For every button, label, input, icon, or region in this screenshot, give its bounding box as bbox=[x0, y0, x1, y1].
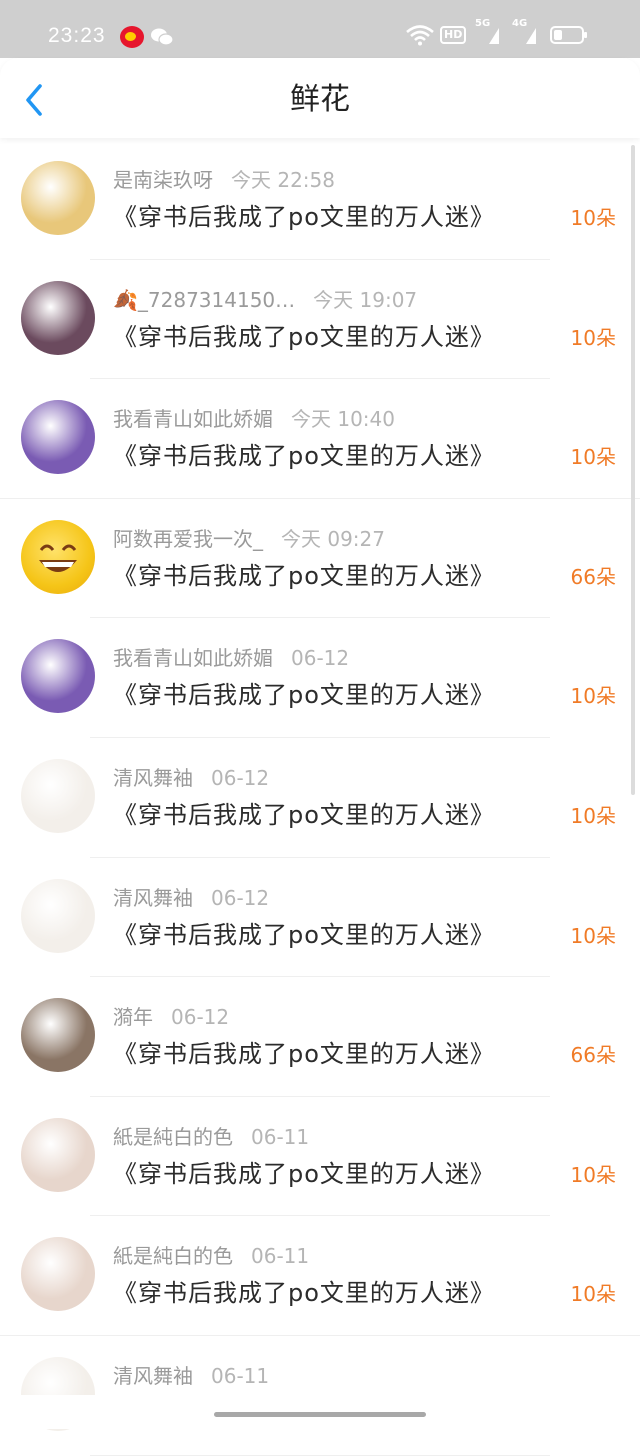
book-title[interactable]: 《穿书后我成了po文里的万人迷》 bbox=[113, 559, 495, 593]
avatar[interactable] bbox=[21, 998, 95, 1073]
status-bar: 23:23 HD 5G 4G bbox=[0, 0, 640, 58]
book-title[interactable]: 《穿书后我成了po文里的万人迷》 bbox=[113, 439, 495, 473]
page-title: 鲜花 bbox=[290, 82, 350, 117]
list-item[interactable]: 我看青山如此娇媚 今天 10:40 《穿书后我成了po文里的万人迷》 10朵 bbox=[0, 379, 640, 499]
row-meta: 清风舞袖 06-11 bbox=[113, 1362, 269, 1390]
weibo-icon bbox=[120, 26, 144, 48]
list-item[interactable]: 是南柒玖呀 今天 22:58 《穿书后我成了po文里的万人迷》 10朵 bbox=[0, 140, 640, 260]
row-meta: 阿数再爱我一次_ 今天 09:27 bbox=[113, 525, 385, 553]
timestamp: 今天 19:07 bbox=[313, 287, 418, 312]
status-time: 23:23 bbox=[48, 24, 106, 47]
emoji-face-icon bbox=[39, 544, 77, 572]
timestamp: 06-12 bbox=[171, 1005, 230, 1030]
row-meta: 紙是純白的色 06-11 bbox=[113, 1242, 309, 1270]
home-indicator[interactable] bbox=[214, 1412, 426, 1417]
net-4g-label: 4G bbox=[512, 18, 528, 29]
flower-amount: 66朵 bbox=[570, 564, 616, 589]
row-meta: 清风舞袖 06-12 bbox=[113, 884, 269, 912]
timestamp: 今天 22:58 bbox=[231, 168, 335, 192]
book-title[interactable]: 《穿书后我成了po文里的万人迷》 bbox=[113, 200, 495, 234]
user-name[interactable]: 我看青山如此娇媚 bbox=[113, 646, 273, 670]
wechat-icon bbox=[151, 28, 174, 46]
user-name[interactable]: 紙是純白的色 bbox=[113, 1125, 233, 1149]
timestamp: 06-11 bbox=[211, 1363, 270, 1388]
list-item[interactable]: 紙是純白的色 06-11 《穿书后我成了po文里的万人迷》 10朵 bbox=[0, 1216, 640, 1336]
row-meta: 清风舞袖 06-12 bbox=[113, 764, 269, 792]
list-item[interactable]: 清风舞袖 06-12 《穿书后我成了po文里的万人迷》 10朵 bbox=[0, 738, 640, 858]
row-meta: 是南柒玖呀 今天 22:58 bbox=[113, 166, 335, 194]
avatar[interactable] bbox=[21, 639, 95, 714]
hd-icon: HD bbox=[440, 26, 467, 44]
list-item[interactable]: 🍂_7287314150… 今天 19:07 《穿书后我成了po文里的万人迷》 1… bbox=[0, 260, 640, 380]
list-item[interactable]: 我看青山如此娇媚 06-12 《穿书后我成了po文里的万人迷》 10朵 bbox=[0, 618, 640, 738]
user-name[interactable]: 清风舞袖 bbox=[113, 1364, 193, 1388]
list-item[interactable]: 漪年 06-12 《穿书后我成了po文里的万人迷》 66朵 bbox=[0, 977, 640, 1097]
user-name[interactable]: 是南柒玖呀 bbox=[113, 168, 213, 192]
signal-5g-icon: 5G bbox=[475, 18, 501, 46]
flower-amount: 66朵 bbox=[570, 1043, 616, 1068]
book-title[interactable]: 《穿书后我成了po文里的万人迷》 bbox=[113, 1157, 495, 1191]
avatar[interactable] bbox=[21, 519, 95, 594]
avatar[interactable] bbox=[21, 1117, 95, 1192]
avatar[interactable] bbox=[21, 758, 95, 833]
battery-icon bbox=[550, 26, 587, 44]
timestamp: 06-11 bbox=[251, 1244, 310, 1269]
list-item[interactable]: 清风舞袖 06-12 《穿书后我成了po文里的万人迷》 10朵 bbox=[0, 858, 640, 978]
user-name[interactable]: 清风舞袖 bbox=[113, 766, 193, 790]
avatar[interactable] bbox=[21, 878, 95, 953]
gift-list: 是南柒玖呀 今天 22:58 《穿书后我成了po文里的万人迷》 10朵 🍂_728… bbox=[0, 140, 640, 1456]
flower-amount: 10朵 bbox=[570, 684, 616, 709]
timestamp: 06-12 bbox=[291, 646, 350, 671]
flower-amount: 10朵 bbox=[570, 803, 616, 828]
header: 鲜花 bbox=[0, 58, 640, 138]
book-title[interactable]: 《穿书后我成了po文里的万人迷》 bbox=[113, 1276, 495, 1310]
user-name[interactable]: 阿数再爱我一次_ bbox=[113, 527, 263, 551]
scrollbar[interactable] bbox=[631, 145, 635, 795]
net-5g-label: 5G bbox=[475, 18, 491, 29]
row-meta: 紙是純白的色 06-11 bbox=[113, 1123, 309, 1151]
list-item[interactable]: 紙是純白的色 06-11 《穿书后我成了po文里的万人迷》 10朵 bbox=[0, 1097, 640, 1217]
avatar[interactable] bbox=[21, 1237, 95, 1312]
user-name[interactable]: 我看青山如此娇媚 bbox=[113, 407, 273, 431]
row-meta: 漪年 06-12 bbox=[113, 1003, 229, 1031]
user-name[interactable]: 漪年 bbox=[113, 1005, 153, 1029]
list-item[interactable]: 阿数再爱我一次_ 今天 09:27 《穿书后我成了po文里的万人迷》 66朵 bbox=[0, 499, 640, 619]
book-title[interactable]: 《穿书后我成了po文里的万人迷》 bbox=[113, 320, 495, 354]
book-title[interactable]: 《穿书后我成了po文里的万人迷》 bbox=[113, 1037, 495, 1071]
user-name[interactable]: 紙是純白的色 bbox=[113, 1244, 233, 1268]
wifi-icon bbox=[406, 25, 434, 46]
avatar[interactable] bbox=[21, 280, 95, 355]
avatar[interactable] bbox=[21, 400, 95, 475]
flower-amount: 10朵 bbox=[570, 325, 616, 350]
timestamp: 06-12 bbox=[211, 885, 270, 910]
avatar[interactable] bbox=[21, 161, 95, 235]
user-name[interactable]: 🍂_7287314150… bbox=[113, 288, 295, 312]
signal-4g-icon: 4G bbox=[512, 18, 538, 46]
row-meta: 🍂_7287314150… 今天 19:07 bbox=[113, 286, 417, 314]
flower-amount: 10朵 bbox=[570, 206, 616, 230]
row-divider bbox=[90, 1454, 550, 1456]
row-meta: 我看青山如此娇媚 06-12 bbox=[113, 644, 349, 672]
flower-amount: 10朵 bbox=[570, 923, 616, 948]
row-meta: 我看青山如此娇媚 今天 10:40 bbox=[113, 405, 395, 433]
user-name[interactable]: 清风舞袖 bbox=[113, 886, 193, 910]
timestamp: 06-11 bbox=[251, 1124, 310, 1149]
flower-amount: 10朵 bbox=[570, 445, 616, 470]
timestamp: 今天 10:40 bbox=[291, 407, 395, 432]
book-title[interactable]: 《穿书后我成了po文里的万人迷》 bbox=[113, 918, 495, 952]
timestamp: 06-12 bbox=[211, 765, 270, 790]
flower-amount: 10朵 bbox=[570, 1162, 616, 1187]
flower-amount: 10朵 bbox=[570, 1282, 616, 1307]
timestamp: 今天 09:27 bbox=[281, 526, 385, 551]
book-title[interactable]: 《穿书后我成了po文里的万人迷》 bbox=[113, 678, 495, 712]
book-title[interactable]: 《穿书后我成了po文里的万人迷》 bbox=[113, 798, 495, 832]
